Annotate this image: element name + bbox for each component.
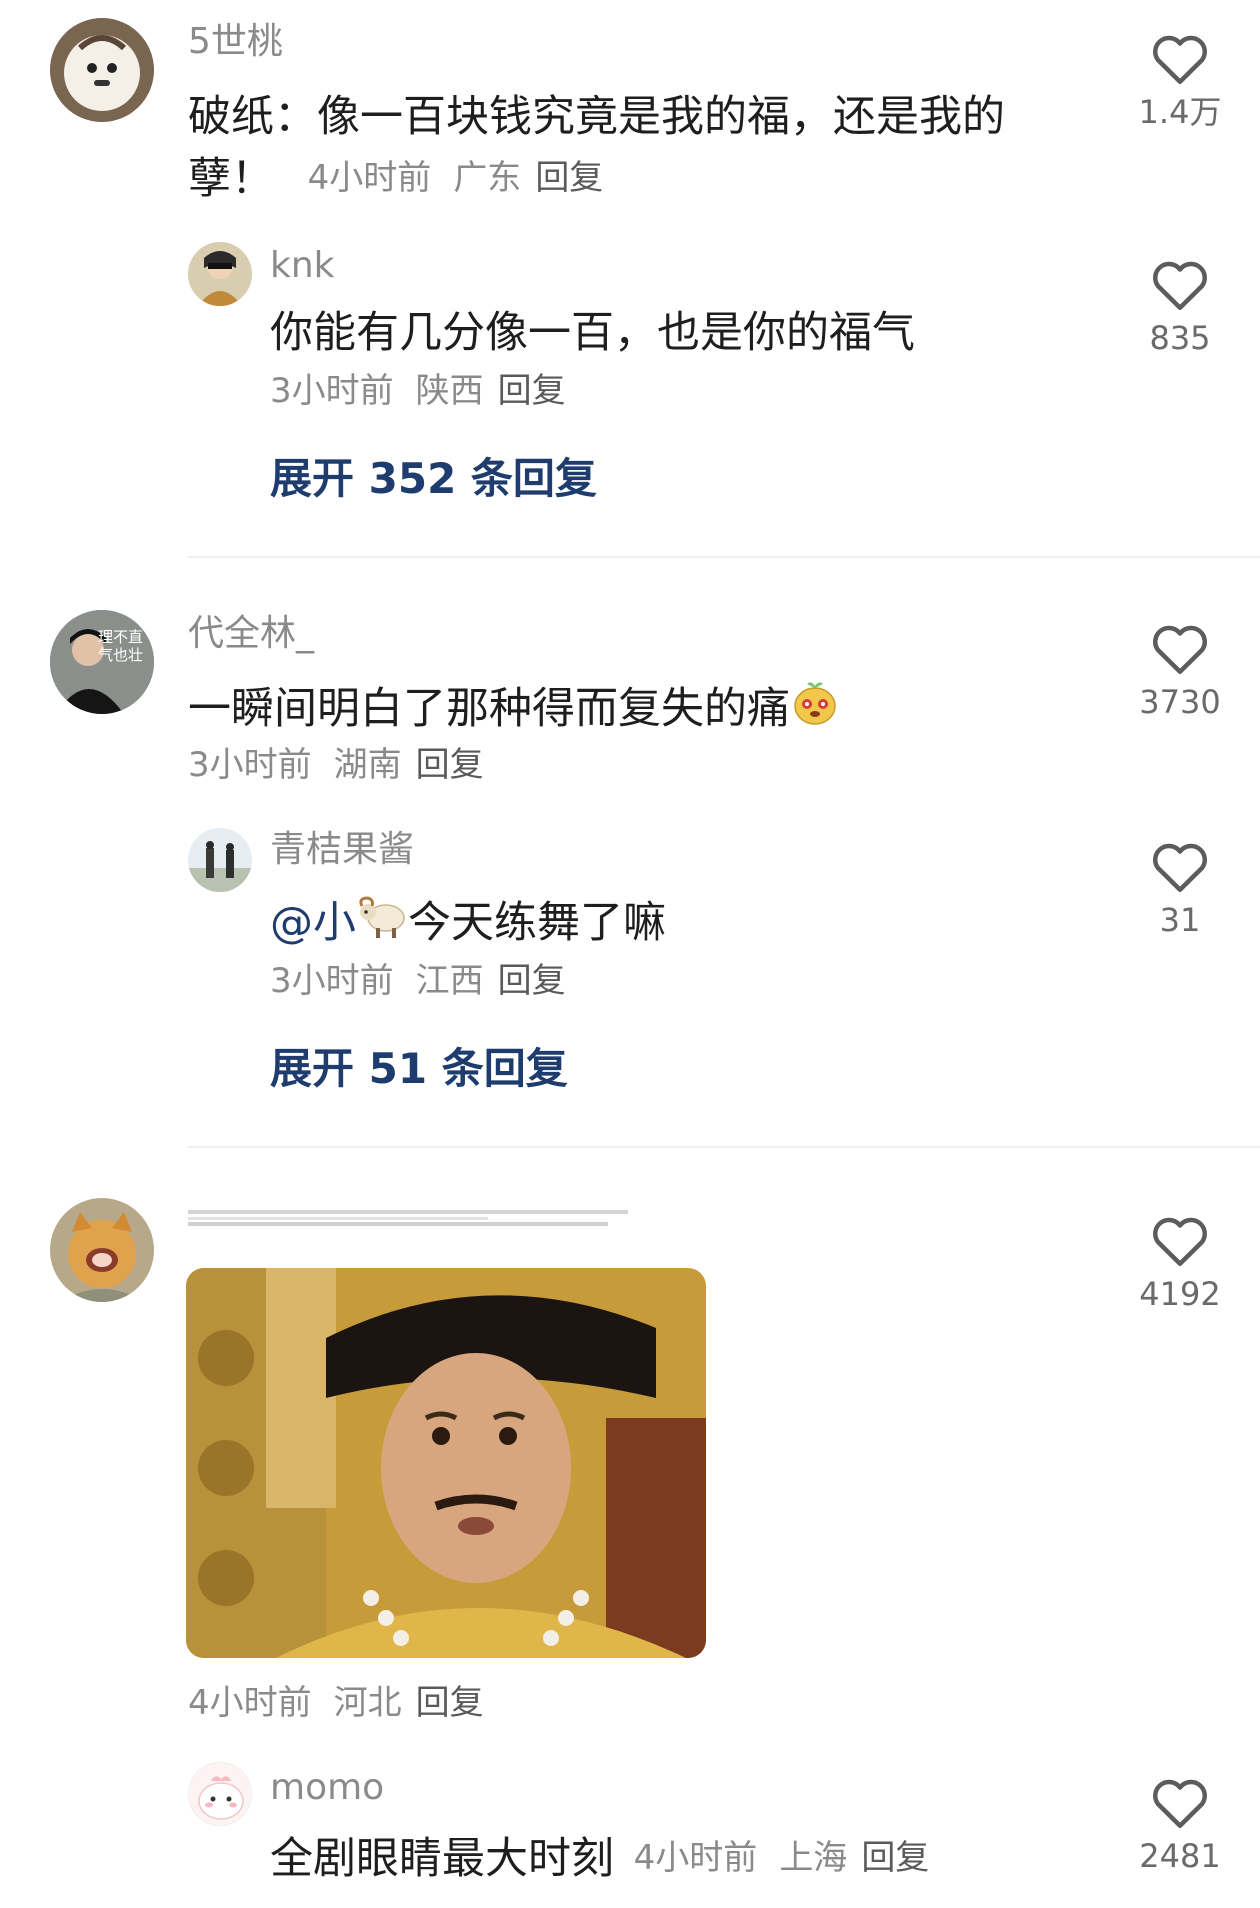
like-count: 4192 bbox=[1139, 1275, 1221, 1313]
heart-outline-icon bbox=[1153, 261, 1207, 310]
comment-text: 一瞬间明白了那种得而复失的痛 bbox=[188, 678, 840, 745]
heart-outline-icon bbox=[1153, 1779, 1207, 1828]
reply-time: 3小时前 bbox=[270, 961, 394, 1001]
sheep-emoji bbox=[356, 894, 408, 957]
reply-button[interactable]: 回复 bbox=[416, 745, 484, 785]
meme-photo-qing-official[interactable] bbox=[186, 1268, 706, 1658]
divider bbox=[188, 556, 1260, 558]
reply-text: 你能有几分像一百，也是你的福气 bbox=[270, 308, 915, 358]
comment-text-line2: 孽！ 4小时前 广东 回复 bbox=[188, 148, 603, 210]
like-button[interactable]: 1.4万 bbox=[1120, 30, 1240, 128]
reply-username[interactable]: momo bbox=[270, 1770, 384, 1806]
comment-location: 广东 bbox=[453, 158, 522, 198]
avatar-reply-knk[interactable] bbox=[188, 242, 252, 306]
comment-meta: 4小时前 河北 回复 bbox=[188, 1686, 484, 1720]
comment-username[interactable]: 代全林_ bbox=[188, 616, 314, 652]
reply-username[interactable]: knk bbox=[270, 248, 335, 284]
reply-location: 上海 bbox=[779, 1838, 848, 1878]
reply-location: 陕西 bbox=[415, 371, 484, 411]
comment-meta: 4小时前 广东 回复 bbox=[308, 158, 604, 198]
comment-time: 4小时前 bbox=[188, 1683, 312, 1723]
reply-meta: 3小时前 陕西 回复 bbox=[270, 374, 566, 408]
reply-location: 江西 bbox=[415, 961, 484, 1001]
like-count: 1.4万 bbox=[1138, 93, 1222, 131]
avatar-user-1[interactable] bbox=[50, 18, 154, 122]
reply-time: 4小时前 bbox=[633, 1838, 758, 1878]
reply-time: 3小时前 bbox=[270, 371, 394, 411]
reply-text: @小 今天练舞了嘛 bbox=[270, 892, 666, 957]
cute-face-emoji bbox=[790, 678, 840, 745]
expand-replies-link[interactable]: 展开 352 条回复 bbox=[270, 458, 597, 500]
comment-location: 河北 bbox=[333, 1683, 402, 1723]
like-button[interactable]: 3730 bbox=[1120, 620, 1240, 718]
like-button[interactable]: 835 bbox=[1120, 256, 1240, 354]
heart-outline-icon bbox=[1153, 1217, 1207, 1266]
divider bbox=[188, 1146, 1260, 1148]
avatar-reply-2[interactable] bbox=[188, 828, 252, 892]
like-count: 835 bbox=[1149, 319, 1211, 357]
comment-text: 破纸：像一百块钱究竟是我的福，还是我的 bbox=[188, 92, 1005, 142]
reply-text: 全剧眼睛最大时刻 4小时前 上海 回复 bbox=[270, 1828, 929, 1890]
reply-meta: 3小时前 江西 回复 bbox=[270, 964, 566, 998]
avatar-caption: 理不直 气也壮 bbox=[98, 628, 144, 664]
like-button[interactable]: 31 bbox=[1120, 838, 1240, 936]
expand-replies-link[interactable]: 展开 51 条回复 bbox=[270, 1048, 568, 1090]
reply-username[interactable]: 青桔果酱 bbox=[270, 832, 414, 868]
reply-button[interactable]: 回复 bbox=[498, 961, 566, 1001]
like-button[interactable]: 2481 bbox=[1120, 1774, 1240, 1872]
comment-username[interactable]: 5世桃 bbox=[188, 24, 283, 60]
like-button[interactable]: 4192 bbox=[1120, 1212, 1240, 1310]
avatar-user-2[interactable]: 理不直 气也壮 bbox=[50, 610, 154, 714]
reply-button[interactable]: 回复 bbox=[498, 371, 566, 411]
reply-text-body: 今天练舞了嘛 bbox=[408, 898, 666, 948]
reply-button[interactable]: 回复 bbox=[861, 1838, 929, 1878]
comment-location: 湖南 bbox=[333, 745, 402, 785]
heart-outline-icon bbox=[1153, 35, 1207, 84]
heart-outline-icon bbox=[1153, 843, 1207, 892]
reply-text-body: 全剧眼睛最大时刻 bbox=[270, 1834, 614, 1884]
comment-text-body: 一瞬间明白了那种得而复失的痛 bbox=[188, 684, 790, 734]
mention-text[interactable]: @小 bbox=[270, 898, 356, 948]
comment-username-redacted bbox=[188, 1208, 628, 1230]
like-count: 2481 bbox=[1139, 1837, 1221, 1875]
like-count: 3730 bbox=[1139, 683, 1221, 721]
avatar-reply-momo[interactable] bbox=[188, 1762, 252, 1826]
comment-time: 4小时前 bbox=[307, 158, 432, 198]
reply-meta: 4小时前 上海 回复 bbox=[634, 1838, 930, 1878]
heart-outline-icon bbox=[1153, 625, 1207, 674]
comment-text-line2-text: 孽！ bbox=[188, 154, 274, 204]
reply-button[interactable]: 回复 bbox=[535, 158, 603, 198]
comment-time: 3小时前 bbox=[188, 745, 312, 785]
like-count: 31 bbox=[1159, 901, 1201, 939]
comment-meta: 3小时前 湖南 回复 bbox=[188, 748, 484, 782]
reply-button[interactable]: 回复 bbox=[416, 1683, 484, 1723]
avatar-user-3[interactable] bbox=[50, 1198, 154, 1302]
